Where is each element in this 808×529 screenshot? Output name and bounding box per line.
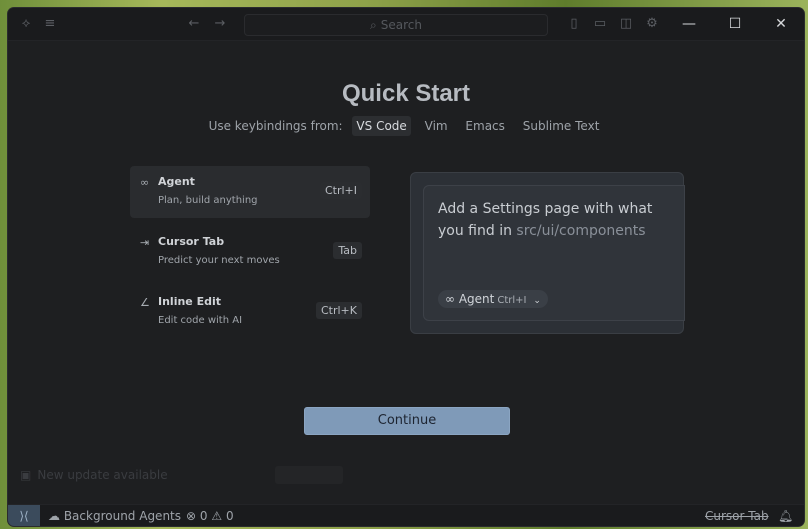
feature-shortcut: Tab (333, 242, 362, 259)
feature-item-cursor-tab[interactable]: ⇥ Cursor Tab Predict your next moves Tab (130, 226, 370, 278)
keybindings-label: Use keybindings from: (208, 119, 343, 133)
feature-name: Agent (158, 175, 195, 188)
feature-shortcut: Ctrl+K (315, 302, 362, 319)
maximize-button[interactable]: ☐ (722, 14, 748, 34)
pencil-icon: ∠ (140, 296, 150, 309)
preview-chat-box: Add a Settings page with what you find i… (423, 185, 685, 321)
search-icon: ⌕ (370, 18, 377, 32)
status-bar: ⟩⟨ ☁ Background Agents ⊗ 0 ⚠ 0 Cursor Ta… (8, 504, 804, 526)
search-input[interactable]: ⌕ Search (244, 14, 548, 36)
app-window: ⟡ ≡ ← → ⌕ Search ▯ ▭ ◫ ⚙ — ☐ ✕ Quick Star… (8, 8, 804, 526)
toggle-sidebar-icon[interactable]: ▯ (566, 16, 582, 32)
keybinding-option-sublime[interactable]: Sublime Text (519, 116, 604, 136)
close-button[interactable]: ✕ (768, 14, 794, 34)
warning-icon: ⚠ (211, 509, 223, 523)
agent-mode-chip[interactable]: ∞ Agent Ctrl+I ⌄ (438, 290, 548, 308)
problems-indicator[interactable]: ⊗ 0 ⚠ 0 (186, 508, 234, 524)
infinity-icon: ∞ (445, 292, 455, 306)
bell-icon[interactable]: 🔔︎ (778, 508, 793, 524)
back-arrow-icon[interactable]: ← (186, 16, 202, 32)
feature-name: Cursor Tab (158, 235, 225, 248)
gift-icon: ▣ (20, 468, 32, 482)
feature-shortcut: Ctrl+I (319, 182, 362, 199)
update-notice: ▣ New update available (20, 464, 345, 486)
menu-icon[interactable]: ≡ (42, 16, 58, 32)
feature-desc: Plan, build anything (158, 195, 258, 206)
background-agents[interactable]: ☁ Background Agents (48, 508, 181, 524)
continue-button[interactable]: Continue (304, 407, 510, 435)
gear-icon[interactable]: ⚙ (644, 16, 660, 32)
infinity-icon: ∞ (140, 176, 150, 189)
cursor-tab-status[interactable]: Cursor Tab (705, 508, 769, 524)
update-button[interactable] (275, 466, 343, 484)
preview-prompt: Add a Settings page with what you find i… (438, 201, 653, 239)
minimize-button[interactable]: — (676, 14, 702, 34)
keybinding-option-vscode[interactable]: VS Code (352, 116, 411, 136)
feature-item-inline-edit[interactable]: ∠ Inline Edit Edit code with AI Ctrl+K (130, 286, 370, 338)
feature-list: ∞ Agent Plan, build anything Ctrl+I ⇥ Cu… (130, 166, 370, 346)
keybinding-option-vim[interactable]: Vim (421, 116, 452, 136)
error-icon: ⊗ (186, 509, 197, 523)
feature-desc: Predict your next moves (158, 255, 280, 266)
feature-item-agent[interactable]: ∞ Agent Plan, build anything Ctrl+I (130, 166, 370, 218)
forward-arrow-icon[interactable]: → (212, 16, 228, 32)
toggle-secondary-sidebar-icon[interactable]: ◫ (618, 16, 634, 32)
title-bar: ⟡ ≡ ← → ⌕ Search ▯ ▭ ◫ ⚙ — ☐ ✕ (8, 8, 804, 41)
feature-desc: Edit code with AI (158, 315, 243, 326)
app-logo-icon: ⟡ (21, 16, 31, 31)
remote-icon[interactable]: ⟩⟨ (8, 505, 40, 526)
keybindings-selector: Use keybindings from: VS Code Vim Emacs … (8, 116, 804, 136)
feature-preview: Add a Settings page with what you find i… (410, 172, 685, 334)
feature-name: Inline Edit (158, 295, 222, 308)
toggle-panel-icon[interactable]: ▭ (592, 16, 608, 32)
preview-path: src/ui/components (516, 223, 646, 239)
keybinding-option-emacs[interactable]: Emacs (461, 116, 508, 136)
page-title: Quick Start (341, 80, 471, 107)
tab-arrow-icon: ⇥ (140, 236, 150, 249)
cloud-icon: ☁ (48, 509, 60, 523)
chevron-down-icon: ⌄ (533, 296, 541, 306)
